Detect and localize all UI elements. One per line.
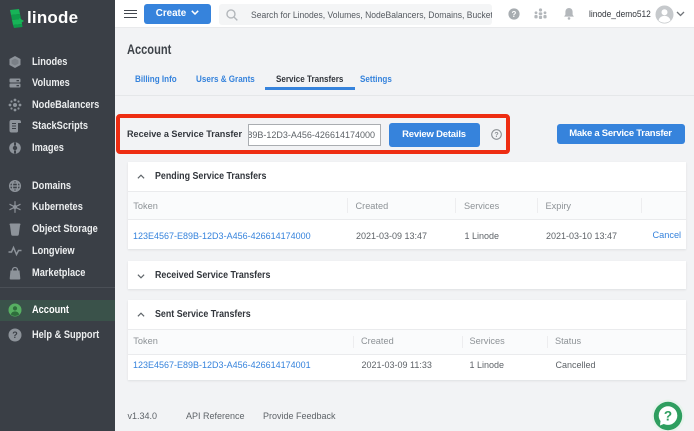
svg-text:?: ? bbox=[12, 330, 18, 340]
svg-text:?: ? bbox=[512, 9, 517, 18]
svg-text:?: ? bbox=[664, 408, 672, 423]
svg-text:?: ? bbox=[494, 132, 498, 139]
